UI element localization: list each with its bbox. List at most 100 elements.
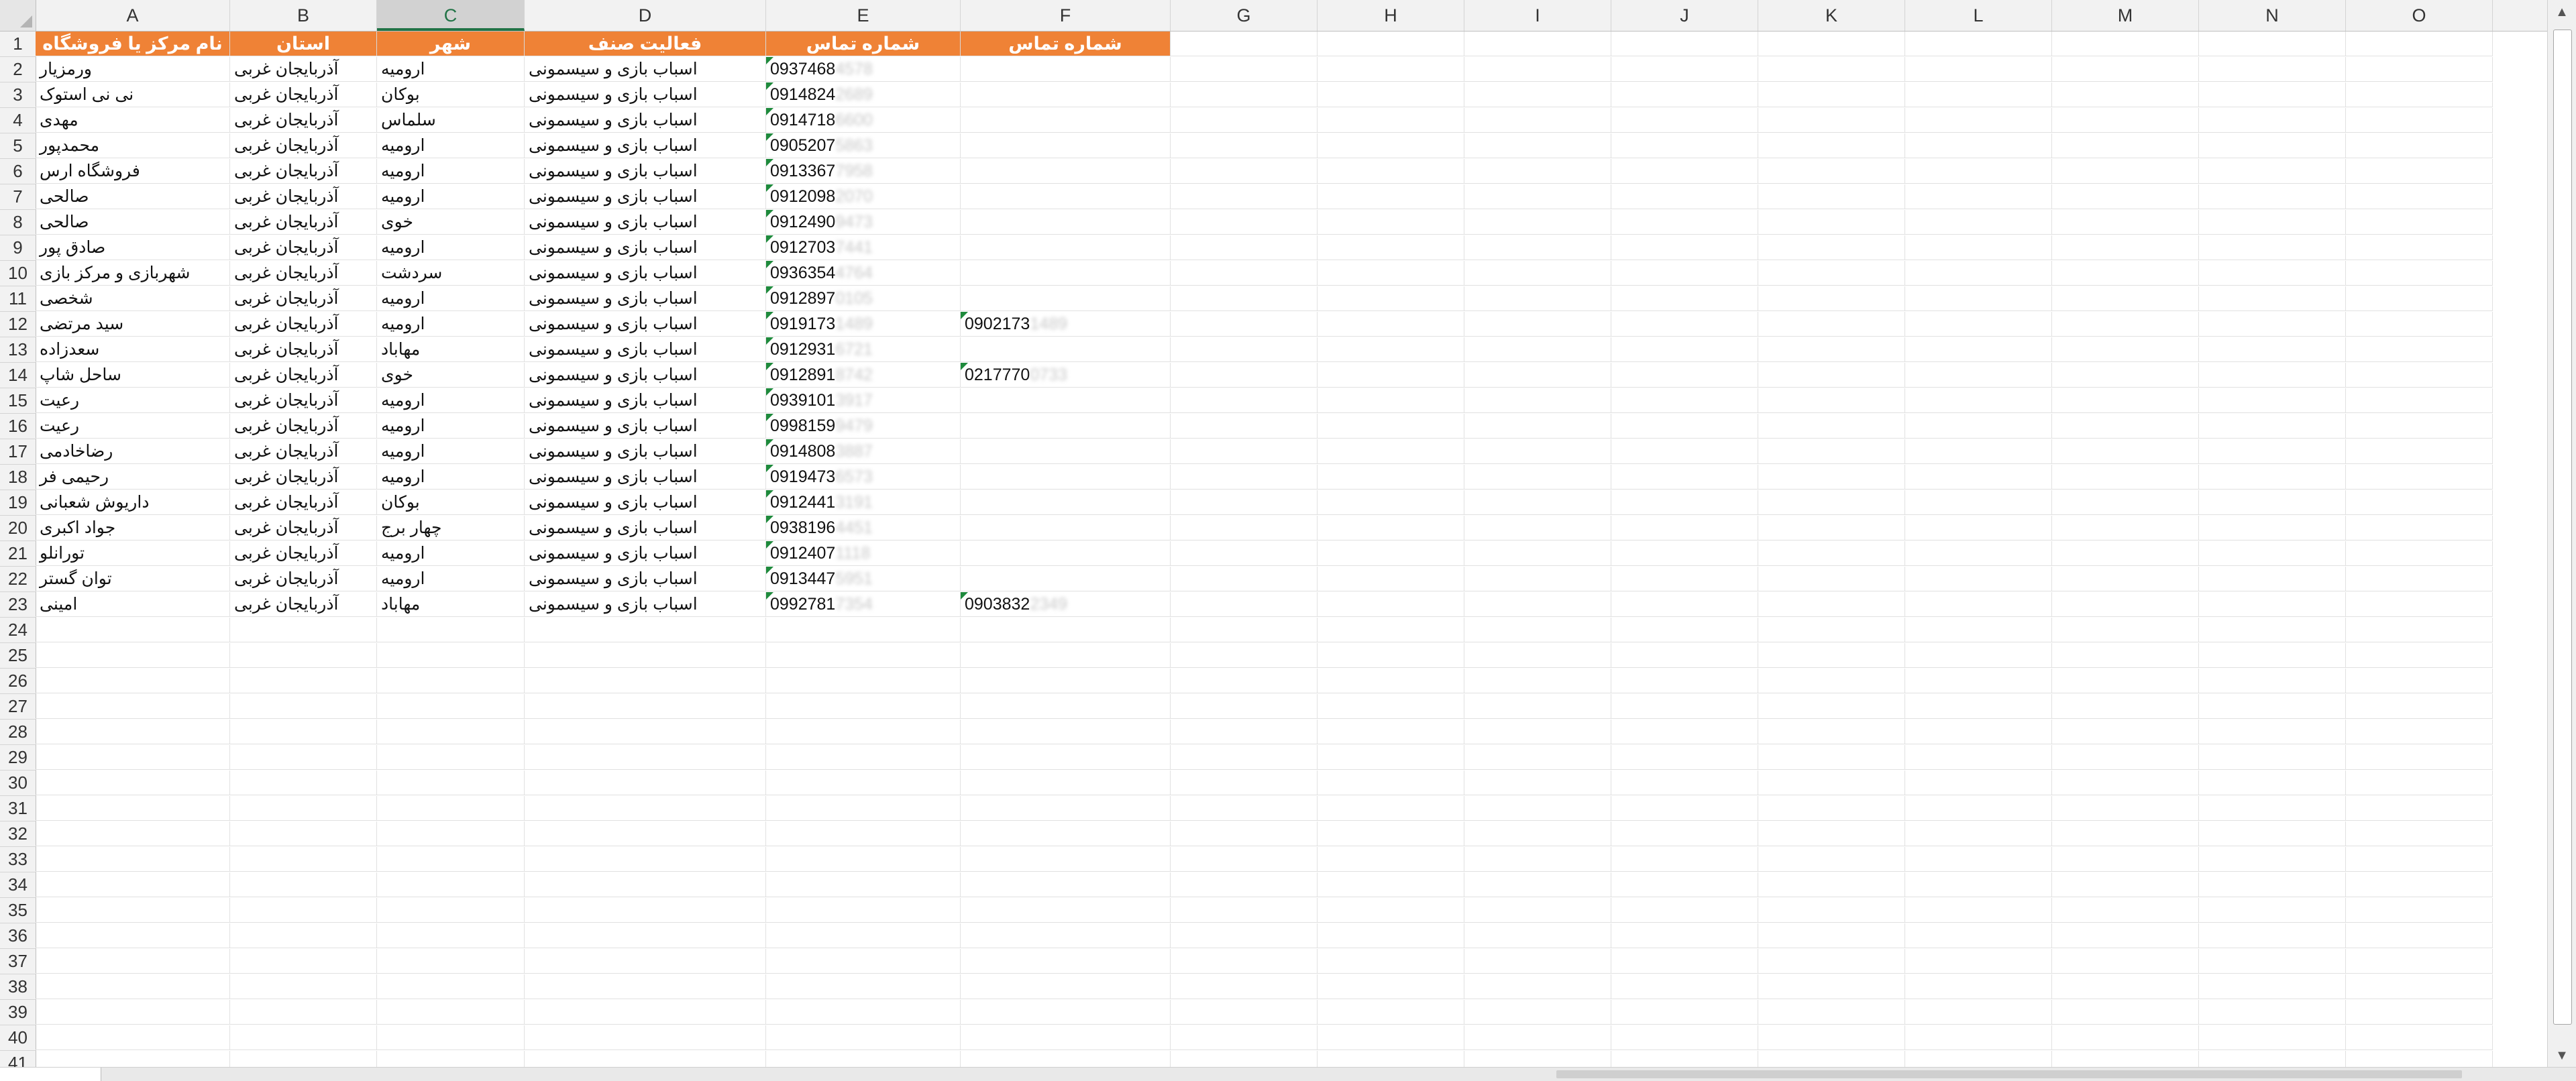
cell-h[interactable] [1318, 465, 1464, 490]
cell-g[interactable] [1171, 159, 1318, 184]
cell-i[interactable] [1464, 490, 1611, 515]
cell-d[interactable]: اسباب بازی و سیسمونی [525, 541, 766, 566]
cell-j[interactable] [1611, 567, 1758, 591]
row-header[interactable]: 39 [0, 1000, 36, 1025]
cell-n[interactable] [2199, 669, 2346, 693]
cell-h[interactable] [1318, 439, 1464, 464]
cell-a[interactable]: رحیمی فر [36, 465, 230, 490]
cell-l[interactable] [1905, 821, 2052, 846]
cell-d[interactable]: اسباب بازی و سیسمونی [525, 133, 766, 158]
cell-c[interactable] [377, 847, 525, 872]
cell-l[interactable] [1905, 516, 2052, 540]
cell-g[interactable] [1171, 439, 1318, 464]
cell-k[interactable] [1758, 414, 1905, 439]
cell-f[interactable] [961, 694, 1171, 719]
cell-h[interactable] [1318, 32, 1464, 56]
cell-e[interactable] [766, 898, 961, 923]
row-header[interactable]: 22 [0, 567, 36, 592]
cell-j[interactable] [1611, 57, 1758, 82]
cell-m[interactable] [2052, 796, 2199, 821]
cell-h[interactable] [1318, 923, 1464, 948]
cell-h[interactable] [1318, 694, 1464, 719]
cell-h[interactable] [1318, 286, 1464, 311]
cell-k[interactable] [1758, 312, 1905, 337]
cell-f[interactable] [961, 771, 1171, 795]
cell-i[interactable] [1464, 1051, 1611, 1068]
cell-g[interactable] [1171, 847, 1318, 872]
cell-f[interactable] [961, 669, 1171, 693]
cell-e[interactable]: 09147186600 [766, 108, 961, 133]
cell-b[interactable] [230, 618, 377, 642]
cell-j[interactable] [1611, 1051, 1758, 1068]
cell-e[interactable]: 09124071118 [766, 541, 961, 566]
cell-h[interactable] [1318, 949, 1464, 974]
cell-d[interactable] [525, 923, 766, 948]
cell-e[interactable]: 09927817354 [766, 592, 961, 617]
cell-d[interactable]: اسباب بازی و سیسمونی [525, 57, 766, 82]
cell-a[interactable] [36, 1000, 230, 1025]
cell-c[interactable] [377, 872, 525, 897]
cell-g[interactable] [1171, 771, 1318, 795]
row-header[interactable]: 34 [0, 872, 36, 898]
cell-g[interactable] [1171, 898, 1318, 923]
cell-c[interactable]: خوی [377, 363, 525, 388]
cell-c[interactable] [377, 669, 525, 693]
row-header[interactable]: 37 [0, 949, 36, 974]
cell-o[interactable] [2346, 159, 2493, 184]
column-header-n[interactable]: N [2199, 0, 2346, 31]
cell-i[interactable] [1464, 592, 1611, 617]
cell-d[interactable] [525, 872, 766, 897]
cell-b[interactable]: آذربایجان غربی [230, 57, 377, 82]
cell-o[interactable] [2346, 363, 2493, 388]
cell-d[interactable]: اسباب بازی و سیسمونی [525, 210, 766, 235]
cell-l[interactable] [1905, 388, 2052, 413]
cell-e[interactable]: 09981599479 [766, 414, 961, 439]
cell-k[interactable] [1758, 337, 1905, 362]
cell-e[interactable]: 09381964451 [766, 516, 961, 540]
cell-f[interactable] [961, 414, 1171, 439]
cell-g[interactable] [1171, 643, 1318, 668]
cell-n[interactable] [2199, 592, 2346, 617]
cell-k[interactable] [1758, 974, 1905, 999]
cell-n[interactable] [2199, 771, 2346, 795]
cell-a[interactable] [36, 1051, 230, 1068]
cell-n[interactable] [2199, 235, 2346, 260]
cell-k[interactable] [1758, 388, 1905, 413]
cell-o[interactable] [2346, 618, 2493, 642]
cell-k[interactable] [1758, 235, 1905, 260]
cell-n[interactable] [2199, 541, 2346, 566]
cell-b[interactable] [230, 872, 377, 897]
cell-k[interactable] [1758, 1051, 1905, 1068]
cell-b[interactable] [230, 745, 377, 770]
cell-l[interactable] [1905, 669, 2052, 693]
cell-a[interactable] [36, 974, 230, 999]
row-header[interactable]: 40 [0, 1025, 36, 1051]
row-header[interactable]: 1 [0, 32, 36, 57]
cell-n[interactable] [2199, 745, 2346, 770]
cell-h[interactable] [1318, 643, 1464, 668]
cell-h[interactable] [1318, 312, 1464, 337]
cell-g[interactable] [1171, 388, 1318, 413]
cell-b[interactable]: آذربایجان غربی [230, 312, 377, 337]
cell-b[interactable] [230, 923, 377, 948]
cell-m[interactable] [2052, 312, 2199, 337]
cell-c[interactable] [377, 1051, 525, 1068]
row-header[interactable]: 11 [0, 286, 36, 312]
cell-e[interactable] [766, 974, 961, 999]
cell-b[interactable]: آذربایجان غربی [230, 592, 377, 617]
cell-m[interactable] [2052, 363, 2199, 388]
cell-m[interactable] [2052, 694, 2199, 719]
cell-m[interactable] [2052, 643, 2199, 668]
cell-j[interactable] [1611, 771, 1758, 795]
cell-m[interactable] [2052, 949, 2199, 974]
cell-d[interactable] [525, 745, 766, 770]
cell-c[interactable] [377, 643, 525, 668]
cell-e[interactable]: 09129316721 [766, 337, 961, 362]
row-header[interactable]: 27 [0, 694, 36, 720]
cell-o[interactable] [2346, 286, 2493, 311]
cell-j[interactable] [1611, 898, 1758, 923]
cell-f[interactable] [961, 133, 1171, 158]
cell-o[interactable] [2346, 312, 2493, 337]
cell-n[interactable] [2199, 388, 2346, 413]
cell-e[interactable]: 09052075863 [766, 133, 961, 158]
